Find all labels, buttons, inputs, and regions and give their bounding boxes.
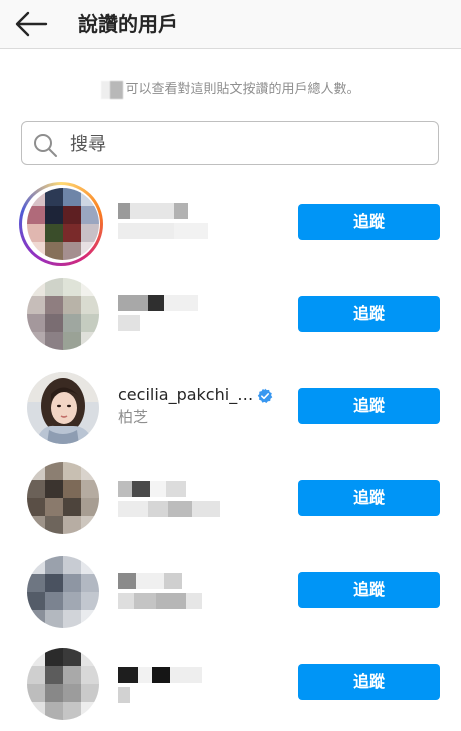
redacted-username [101, 80, 124, 99]
search-input[interactable] [68, 130, 432, 158]
redacted-fullname [118, 222, 174, 239]
redacted-username [118, 202, 130, 219]
user-info [118, 200, 208, 239]
user-photo [27, 372, 99, 444]
list-item[interactable]: 追蹤 [0, 176, 461, 268]
follow-button[interactable]: 追蹤 [298, 480, 440, 516]
username [118, 570, 202, 589]
full-name [118, 499, 220, 517]
page-title: 說讚的用戶 [78, 12, 178, 36]
username [118, 200, 208, 219]
follow-button[interactable]: 追蹤 [298, 204, 440, 240]
list-item[interactable]: 追蹤 [0, 452, 461, 544]
redacted-fullname [118, 500, 148, 517]
avatar[interactable] [27, 188, 99, 260]
user-info [118, 570, 202, 609]
user-info [118, 664, 202, 703]
search-box[interactable] [21, 121, 439, 165]
full-name [118, 591, 202, 609]
arrow-left-icon[interactable] [14, 10, 50, 38]
redacted-fullname [118, 314, 140, 331]
likes-info-text: 可以查看對這則貼文按讚的用戶總人數。 [125, 82, 360, 97]
full-name: 柏芝 [118, 408, 149, 426]
full-name [118, 313, 198, 331]
username [118, 478, 220, 497]
redacted-username [118, 666, 138, 683]
avatar[interactable] [27, 556, 99, 628]
username: cecilia_pakchi_… [118, 385, 273, 404]
redacted-username [118, 572, 136, 589]
follow-button[interactable]: 追蹤 [298, 572, 440, 608]
follow-button[interactable]: 追蹤 [298, 388, 440, 424]
likes-info: 可以查看對這則貼文按讚的用戶總人數。 [0, 78, 461, 99]
avatar[interactable] [27, 372, 99, 444]
avatar[interactable] [27, 462, 99, 534]
username [118, 292, 198, 311]
search-icon [34, 134, 57, 157]
user-info [118, 292, 198, 331]
username [118, 664, 202, 683]
user-info: cecilia_pakchi_… 柏芝 [118, 385, 273, 427]
follow-button[interactable]: 追蹤 [298, 664, 440, 700]
user-info [118, 478, 220, 517]
redacted-fullname [118, 592, 134, 609]
redacted-username [118, 480, 132, 497]
list-item[interactable]: 追蹤 [0, 636, 461, 728]
header-bar: 說讚的用戶 [0, 0, 461, 49]
list-item[interactable]: 追蹤 [0, 268, 461, 360]
follow-button[interactable]: 追蹤 [298, 296, 440, 332]
full-name [118, 685, 202, 703]
list-item[interactable]: 追蹤 [0, 544, 461, 636]
list-item[interactable]: cecilia_pakchi_… 柏芝 追蹤 [0, 360, 461, 452]
verified-badge-icon [257, 388, 273, 403]
full-name [118, 221, 208, 239]
avatar[interactable] [27, 648, 99, 720]
avatar[interactable] [27, 278, 99, 350]
redacted-fullname [118, 686, 130, 703]
redacted-username [118, 294, 148, 311]
username-text: cecilia_pakchi_… [118, 385, 254, 404]
